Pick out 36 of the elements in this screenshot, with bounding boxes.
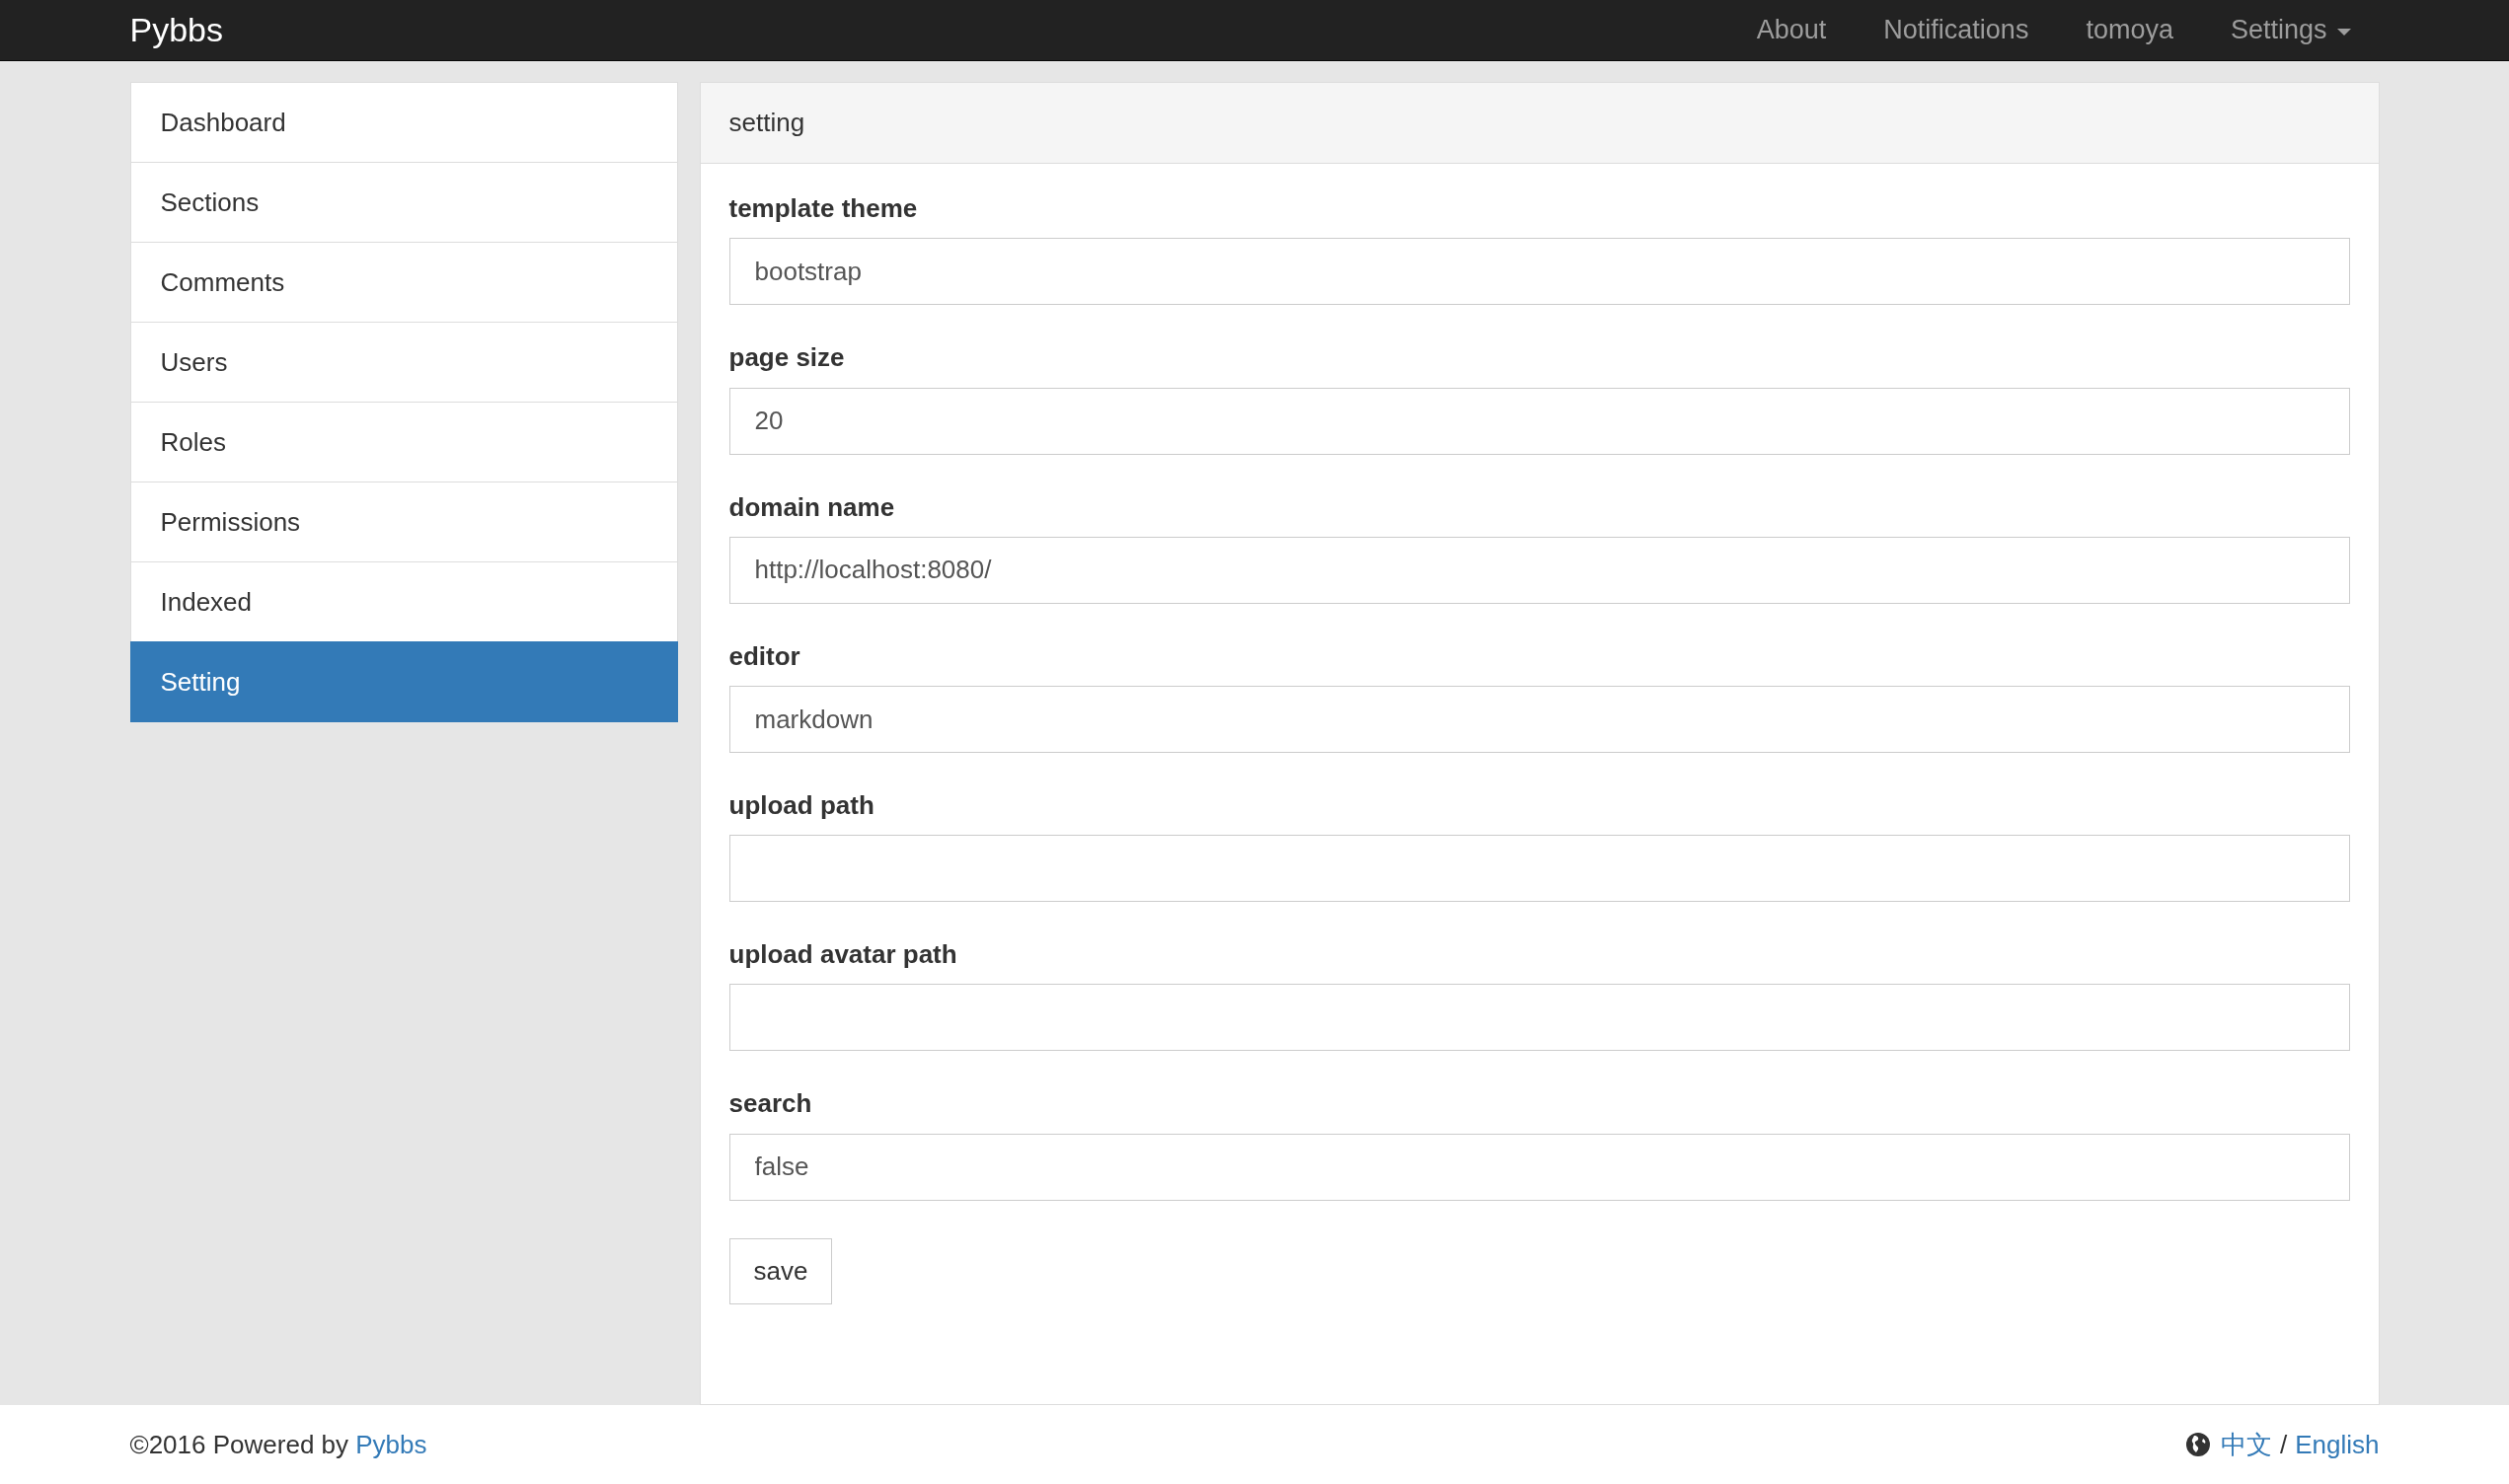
- field-label: editor: [728, 640, 801, 673]
- panel-title: setting: [700, 83, 2379, 165]
- nav-link[interactable]: tomoya: [2057, 10, 2202, 50]
- language-link[interactable]: 中文: [2221, 1425, 2272, 1464]
- sidebar-item[interactable]: Indexed: [129, 561, 678, 643]
- footer-link[interactable]: Pybbs: [355, 1429, 427, 1459]
- copyright-text: ©2016 Powered by: [129, 1429, 349, 1459]
- input-field[interactable]: http://localhost:8080/: [728, 536, 2350, 604]
- field-label: page size: [728, 342, 846, 374]
- sidebar-item[interactable]: Dashboard: [129, 82, 678, 164]
- input-field[interactable]: markdown: [728, 686, 2350, 754]
- sidebar-item[interactable]: Permissions: [129, 482, 678, 563]
- field-label: upload avatar path: [728, 939, 958, 971]
- sidebar-item[interactable]: Users: [129, 322, 678, 404]
- settings-dropdown[interactable]: Settings: [2201, 10, 2380, 50]
- globe-icon: [2185, 1432, 2211, 1458]
- field-label: template theme: [728, 193, 919, 225]
- field-label: upload path: [728, 790, 875, 822]
- input-field[interactable]: [728, 984, 2350, 1052]
- sidebar-item[interactable]: Comments: [129, 242, 678, 324]
- save-button[interactable]: save: [728, 1237, 833, 1304]
- input-field[interactable]: [728, 835, 2350, 903]
- sidebar-item[interactable]: Sections: [129, 162, 678, 244]
- separator-text: /: [2280, 1428, 2288, 1461]
- sidebar-item[interactable]: Setting: [129, 641, 678, 723]
- nav-link[interactable]: Notifications: [1855, 10, 2058, 50]
- caret-icon: [2336, 28, 2351, 36]
- input-field[interactable]: bootstrap: [728, 238, 2350, 306]
- nav-link[interactable]: About: [1727, 10, 1856, 50]
- language-link[interactable]: English: [2295, 1425, 2380, 1464]
- input-field[interactable]: 20: [728, 387, 2350, 455]
- field-label: search: [728, 1088, 813, 1120]
- input-field[interactable]: false: [728, 1133, 2350, 1201]
- brand-logo[interactable]: Pybbs: [129, 5, 223, 56]
- sidebar-item[interactable]: Roles: [129, 402, 678, 483]
- field-label: domain name: [728, 491, 896, 523]
